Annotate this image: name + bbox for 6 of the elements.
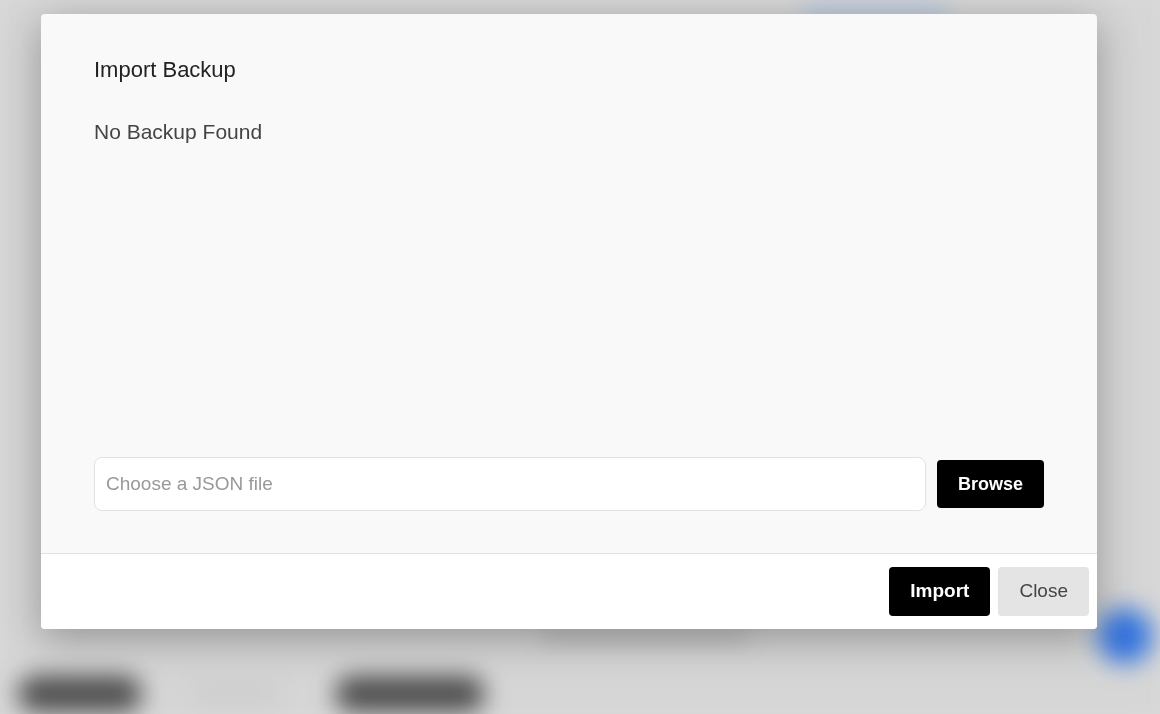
dialog-title: Import Backup <box>94 56 237 84</box>
dialog-message: No Backup Found <box>94 119 264 145</box>
browse-button[interactable]: Browse <box>936 460 1044 508</box>
close-button[interactable]: Close <box>998 567 1089 616</box>
file-field[interactable]: Choose a JSON file <box>94 457 926 511</box>
import-button[interactable]: Import <box>889 567 991 616</box>
